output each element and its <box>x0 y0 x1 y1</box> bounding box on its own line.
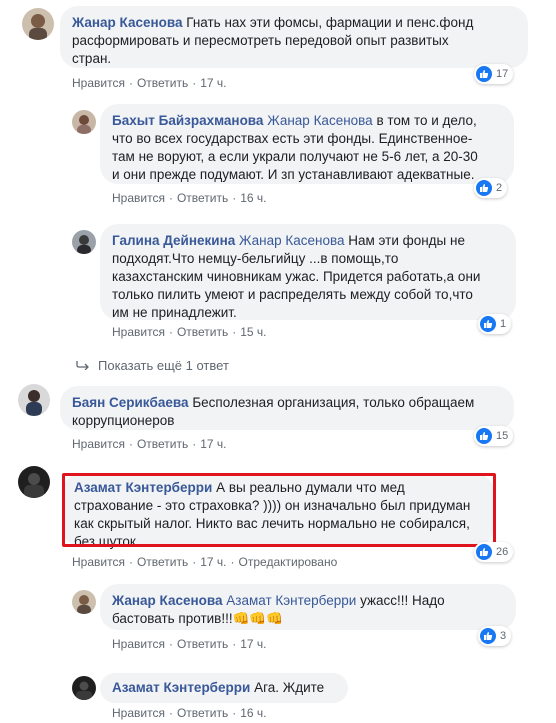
avatar[interactable] <box>72 676 96 700</box>
comment-author[interactable]: Жанар Касенова <box>112 593 223 608</box>
comment-actions: Нравится · Ответить · 16 ч. <box>112 706 267 720</box>
comment-text-line: что во всех государствах есть эти фонды.… <box>112 131 473 146</box>
timestamp[interactable]: 16 ч. <box>240 706 266 720</box>
edited-label[interactable]: Отредактировано <box>239 555 338 569</box>
reactions-count[interactable]: 26 <box>474 542 514 562</box>
like-link[interactable]: Нравится <box>72 76 125 90</box>
reactions-number: 26 <box>496 546 509 558</box>
show-more-replies[interactable]: Показать ещё 1 ответ <box>76 358 229 373</box>
comment-bubble: Жанар Касенова Азамат Кэнтерберри ужасс!… <box>100 584 516 630</box>
comment-text-line: и они прежде подумают. И зп устанавливаю… <box>112 167 475 182</box>
comment-text-line: только пилить умеют и распределять между… <box>112 287 473 302</box>
reply-link[interactable]: Ответить <box>177 325 228 339</box>
comment-author[interactable]: Бахыт Байзрахманова <box>112 113 263 128</box>
comment-text-line: стран. <box>72 51 112 66</box>
like-link[interactable]: Нравится <box>112 191 165 205</box>
timestamp[interactable]: 16 ч. <box>240 191 266 205</box>
avatar[interactable] <box>72 230 96 254</box>
user-photo-icon <box>72 676 96 700</box>
comment-bubble: Азамат Кэнтерберри Ага. Ждите <box>100 673 348 703</box>
comment-text-line: Бесполезная организация, только обращаем <box>192 395 475 410</box>
mention-link[interactable]: Азамат Кэнтерберри <box>226 593 356 608</box>
reply-arrow-icon <box>76 358 90 373</box>
comment-actions: Нравится · Ответить · 17 ч. <box>72 437 227 451</box>
comment-text-line: ужасс!!! Надо <box>360 593 445 608</box>
comment-text-line: Ага. Ждите <box>254 680 325 695</box>
reactions-number: 15 <box>496 430 509 442</box>
avatar[interactable] <box>72 590 96 614</box>
like-link[interactable]: Нравится <box>112 325 165 339</box>
user-photo-icon <box>18 384 50 416</box>
comment-text-line: бастовать против!!!👊👊👊 <box>112 611 284 626</box>
reply-link[interactable]: Ответить <box>137 555 188 569</box>
like-reaction-icon <box>476 544 492 560</box>
reactions-count[interactable]: 17 <box>474 64 514 84</box>
timestamp[interactable]: 17 ч. <box>200 555 226 569</box>
comment-bubble: Жанар Касенова Гнать нах эти фомсы, фарм… <box>60 6 528 68</box>
comment-text-line: расформировать и пересмотреть передовой … <box>72 33 449 48</box>
like-reaction-icon <box>476 428 492 444</box>
user-photo-icon <box>72 110 96 134</box>
avatar[interactable] <box>22 8 54 40</box>
comment-text-line: подходят.Что немцу-бельгийцу ...в помощь… <box>112 251 399 266</box>
user-photo-icon <box>18 466 50 498</box>
like-reaction-icon <box>480 316 496 332</box>
comment-actions: Нравится · Ответить · 17 ч. · Отредактировано <box>72 555 338 569</box>
like-link[interactable]: Нравится <box>112 706 165 720</box>
avatar[interactable] <box>18 384 50 416</box>
timestamp[interactable]: 17 ч. <box>240 637 266 651</box>
comment-text-line: Гнать нах эти фомсы, фармации и пенс.фон… <box>186 15 474 30</box>
reply-link[interactable]: Ответить <box>137 76 188 90</box>
reactions-number: 2 <box>496 182 503 194</box>
like-link[interactable]: Нравится <box>112 637 165 651</box>
reply-link[interactable]: Ответить <box>177 637 228 651</box>
like-reaction-icon <box>476 180 492 196</box>
avatar[interactable] <box>72 110 96 134</box>
mention-link[interactable]: Жанар Касенова <box>267 113 372 128</box>
comment-actions: Нравится · Ответить · 16 ч. <box>112 191 267 205</box>
comment-actions: Нравится · Ответить · 17 ч. <box>112 637 267 651</box>
like-reaction-icon <box>476 66 492 82</box>
avatar[interactable] <box>18 466 50 498</box>
timestamp[interactable]: 15 ч. <box>240 325 266 339</box>
comment-bubble: Бахыт Байзрахманова Жанар Касенова в том… <box>100 104 514 184</box>
reactions-number: 3 <box>500 630 507 642</box>
reply-link[interactable]: Ответить <box>177 706 228 720</box>
user-photo-icon <box>72 230 96 254</box>
like-reaction-icon <box>480 628 496 644</box>
comment-text-line: им не принадлежит. <box>112 305 237 320</box>
comment-text-line: там не воруют, а если украли получают не… <box>112 149 478 164</box>
reactions-count[interactable]: 1 <box>478 314 512 334</box>
reply-link[interactable]: Ответить <box>177 191 228 205</box>
comment-author[interactable]: Баян Серикбаева <box>72 395 189 410</box>
comment-author[interactable]: Азамат Кэнтерберри <box>112 680 250 695</box>
like-link[interactable]: Нравится <box>72 555 125 569</box>
timestamp[interactable]: 17 ч. <box>200 76 226 90</box>
comment-actions: Нравится · Ответить · 15 ч. <box>112 325 267 339</box>
user-photo-icon <box>22 8 54 40</box>
comment-text-line: казахстанским чиновникам ужас. Придется … <box>112 269 481 284</box>
reactions-count[interactable]: 2 <box>474 178 508 198</box>
comment-actions: Нравится · Ответить · 17 ч. <box>72 76 227 90</box>
reply-link[interactable]: Ответить <box>137 437 188 451</box>
mention-link[interactable]: Жанар Касенова <box>239 233 344 248</box>
highlight-annotation <box>62 473 496 547</box>
comment-text-line: в том то и дело, <box>376 113 477 128</box>
user-photo-icon <box>72 590 96 614</box>
show-more-label[interactable]: Показать ещё 1 ответ <box>98 358 229 373</box>
reactions-number: 17 <box>496 68 509 80</box>
reactions-count[interactable]: 3 <box>478 626 512 646</box>
comment-bubble: Баян Серикбаева Бесполезная организация,… <box>60 386 514 430</box>
reactions-number: 1 <box>500 318 507 330</box>
reactions-count[interactable]: 15 <box>474 426 514 446</box>
comment-text-line: коррупционеров <box>72 413 175 428</box>
timestamp[interactable]: 17 ч. <box>200 437 226 451</box>
comment-author[interactable]: Галина Дейнекина <box>112 233 235 248</box>
like-link[interactable]: Нравится <box>72 437 125 451</box>
comment-author[interactable]: Жанар Касенова <box>72 15 183 30</box>
comment-text-line: Нам эти фонды не <box>348 233 465 248</box>
comment-bubble: Галина Дейнекина Жанар Касенова Нам эти … <box>100 224 516 320</box>
